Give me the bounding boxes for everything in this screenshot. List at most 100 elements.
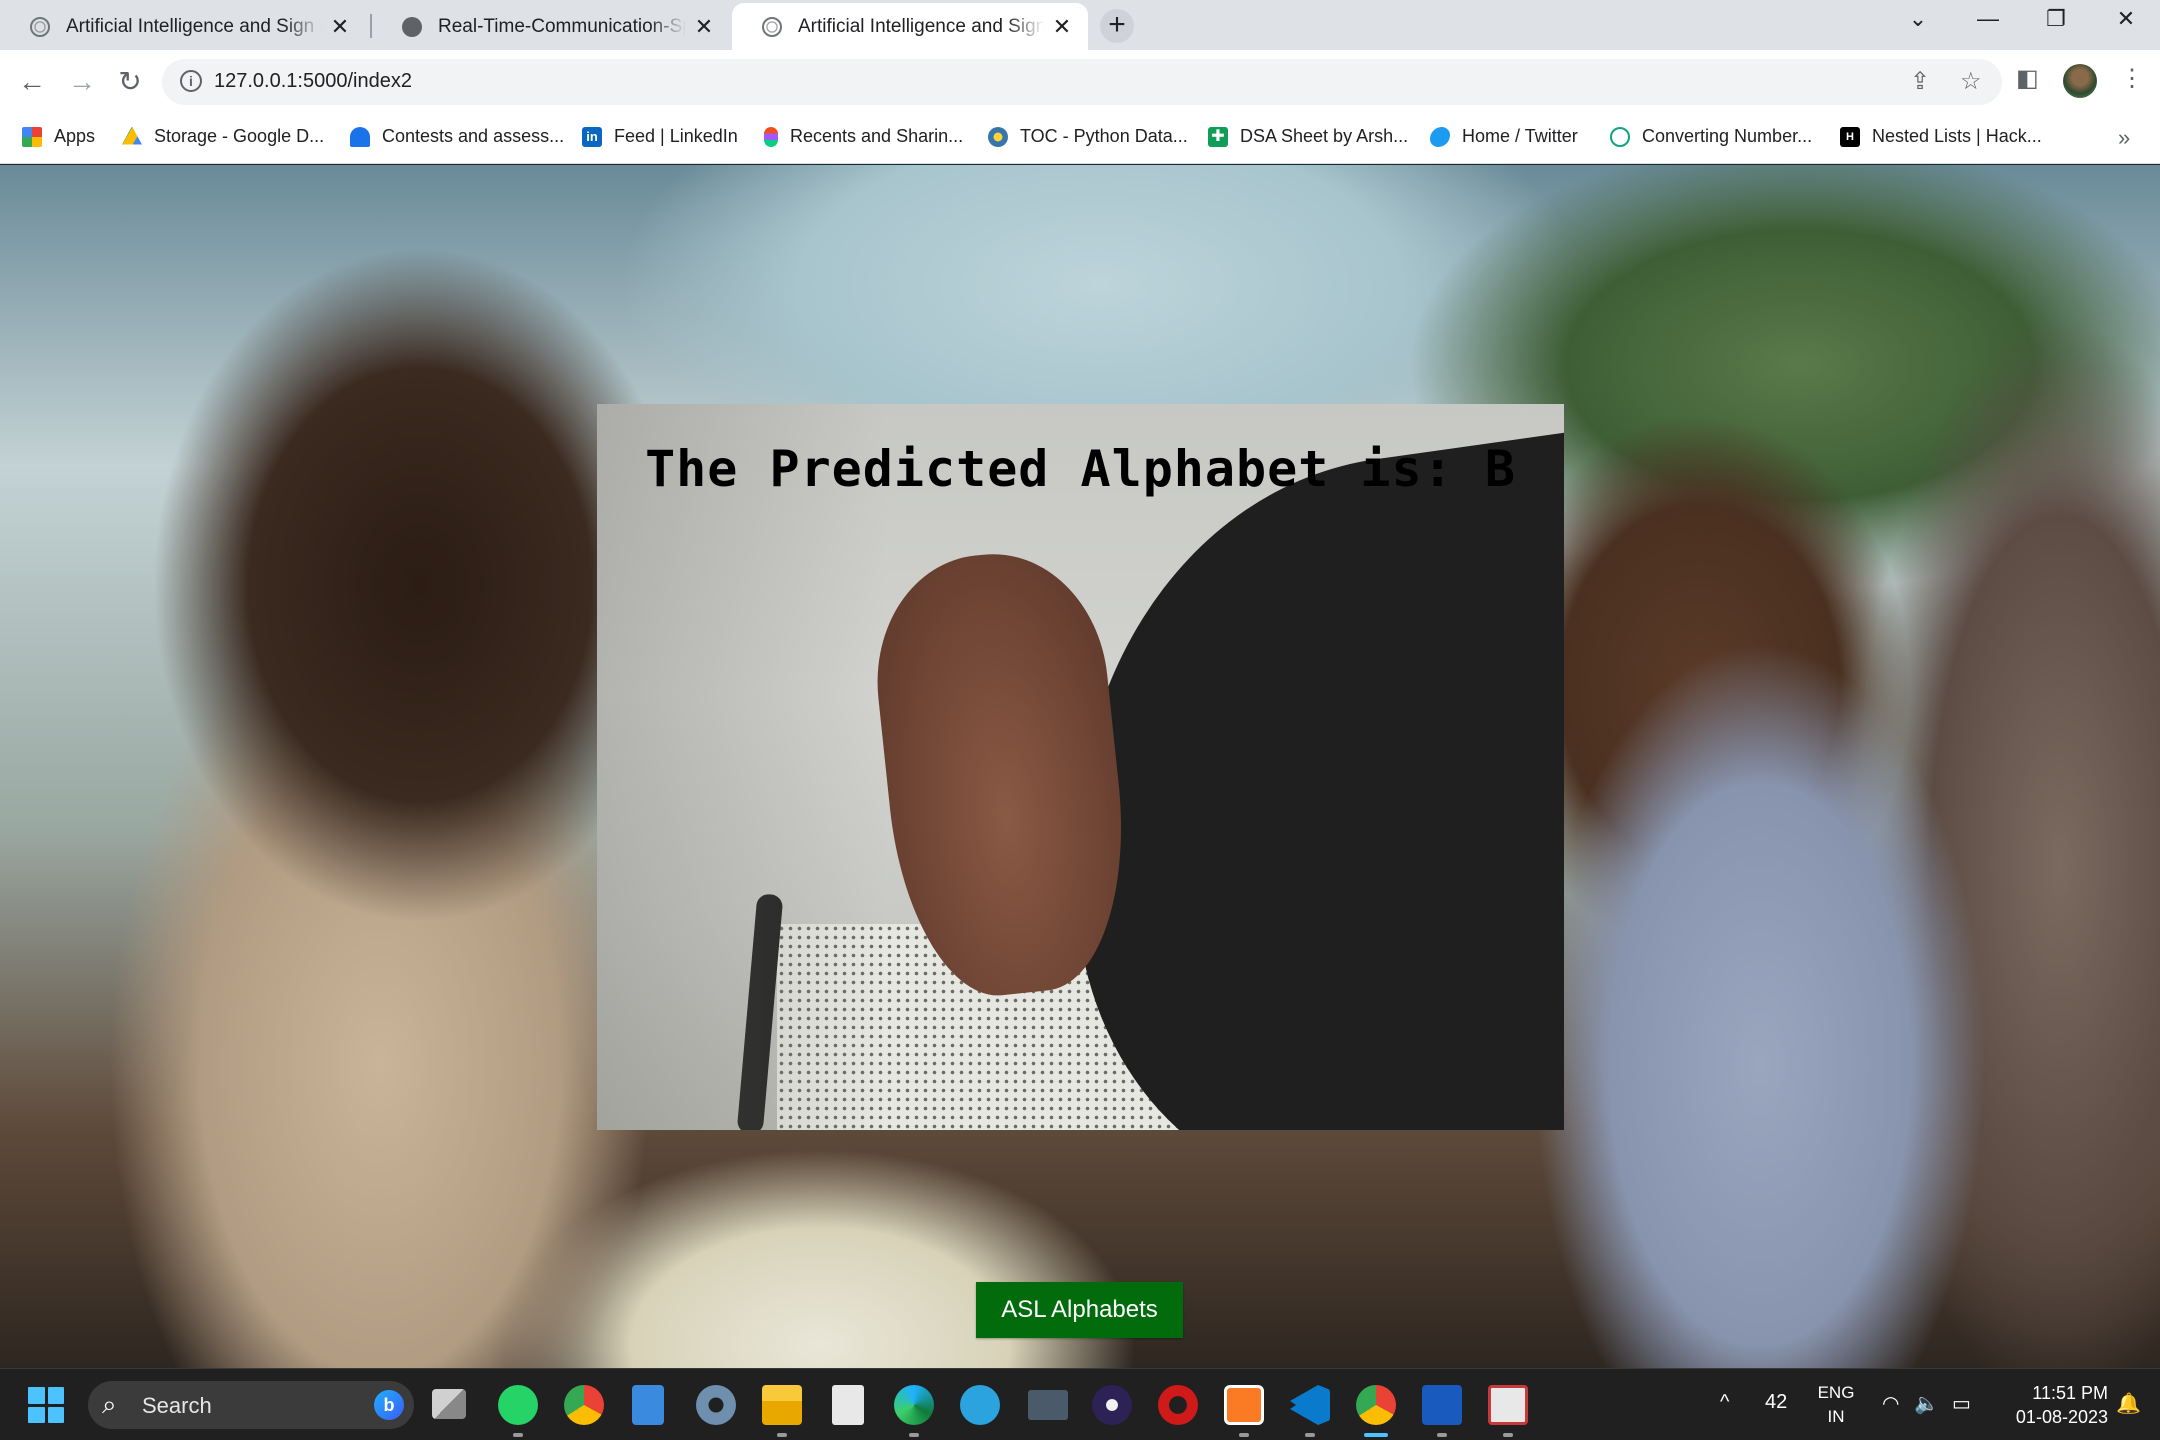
chrome-profile-icon[interactable] (1356, 1385, 1396, 1425)
site-info-icon[interactable]: i (180, 70, 202, 92)
windows-taskbar: ⌕ Search b ^ 42 ENG IN ◠ 🔈 ▭ 11:51 PM 01… (0, 1368, 2160, 1440)
time-text: 11:51 PM (2032, 1383, 2108, 1403)
bookmark-star-icon[interactable]: ☆ (1960, 67, 1982, 96)
url-text[interactable]: 127.0.0.1:5000/index2 (214, 70, 412, 93)
tab-github[interactable]: Real-Time-Communication-Speci ✕ (372, 3, 730, 50)
battery-icon[interactable]: ▭ (1952, 1391, 1971, 1416)
tab-title: Artificial Intelligence and Sign Re (66, 15, 322, 37)
apps-grid-icon (22, 126, 42, 147)
bookmark-twitter[interactable]: Home / Twitter (1430, 126, 1578, 147)
bookmark-label: Feed | LinkedIn (614, 126, 738, 146)
tab-ai-sign-1[interactable]: Artificial Intelligence and Sign Re ✕ (0, 3, 366, 50)
running-indicator (909, 1433, 919, 1437)
bookmark-apps[interactable]: Apps (22, 126, 95, 147)
running-indicator (1437, 1433, 1447, 1437)
file-explorer-icon[interactable] (762, 1385, 802, 1425)
profile-avatar[interactable] (2063, 64, 2097, 98)
show-hidden-icons-chevron[interactable]: ^ (1720, 1391, 1729, 1414)
vscode-icon[interactable] (1290, 1385, 1330, 1425)
chrome-icon[interactable] (564, 1385, 604, 1425)
github-icon (402, 16, 422, 37)
running-indicator (777, 1433, 787, 1437)
edge-icon[interactable] (894, 1385, 934, 1425)
running-indicator (1239, 1433, 1249, 1437)
bookmark-label: Recents and Sharin... (790, 126, 964, 146)
minimize-button[interactable]: — (1968, 6, 2008, 32)
sql-icon[interactable] (1028, 1390, 1068, 1420)
antivirus-icon[interactable] (1158, 1385, 1198, 1425)
notification-bell-icon[interactable]: 🔔 (2116, 1391, 2141, 1416)
bookmark-google-drive[interactable]: Storage - Google D... (122, 126, 324, 147)
running-indicator (1305, 1433, 1315, 1437)
bookmark-label: Nested Lists | Hack... (1872, 126, 2042, 146)
tab-ai-sign-active[interactable]: Artificial Intelligence and Sign Re ✕ (732, 3, 1088, 50)
chatgpt-icon (1610, 126, 1630, 147)
taskbar-clock[interactable]: 11:51 PM 01-08-2023 (1992, 1381, 2108, 1429)
bookmark-converting-number[interactable]: Converting Number... (1610, 126, 1812, 147)
shadow-overlay (597, 404, 1564, 1130)
xampp-icon[interactable] (1224, 1385, 1264, 1425)
bookmark-dsa-sheet[interactable]: ✚ DSA Sheet by Arsh... (1208, 126, 1408, 147)
python-icon (988, 126, 1008, 147)
bookmark-hackerrank[interactable]: H Nested Lists | Hack... (1840, 126, 2042, 147)
forward-button[interactable]: → (62, 62, 102, 102)
telegram-icon[interactable] (960, 1385, 1000, 1425)
whatsapp-icon[interactable] (498, 1385, 538, 1425)
page-background: The Predicted Alphabet is: B ASL Alphabe… (0, 165, 2160, 1368)
running-indicator (513, 1433, 523, 1437)
bookmark-label: DSA Sheet by Arsh... (1240, 126, 1409, 146)
tab-search-chevron-icon[interactable]: ⌄ (1898, 6, 1938, 32)
word-icon[interactable] (1422, 1385, 1462, 1425)
region-code: IN (1827, 1407, 1845, 1426)
asl-alphabets-button[interactable]: ASL Alphabets (976, 1282, 1183, 1338)
running-indicator (1503, 1433, 1513, 1437)
share-icon[interactable]: ⇪ (1910, 67, 1930, 96)
linkedin-icon: in (582, 126, 602, 147)
bookmark-contests[interactable]: Contests and assess... (350, 126, 564, 147)
volume-icon[interactable]: 🔈 (1914, 1391, 1939, 1416)
more-bookmarks-icon[interactable]: » (2118, 125, 2130, 151)
side-panel-icon[interactable]: ◧ (2016, 64, 2039, 93)
prediction-text: The Predicted Alphabet is: B (645, 440, 1516, 498)
wifi-icon[interactable]: ◠ (1882, 1391, 1899, 1416)
bookmark-label: Apps (54, 126, 96, 146)
globe-icon (30, 16, 50, 37)
restore-button[interactable]: ❐ (2036, 6, 2076, 32)
new-tab-button[interactable]: + (1100, 9, 1134, 43)
settings-icon[interactable] (696, 1385, 736, 1425)
language-indicator[interactable]: ENG IN (1816, 1381, 1856, 1429)
language-code: ENG (1817, 1383, 1855, 1402)
bing-icon[interactable]: b (374, 1390, 404, 1420)
back-button[interactable]: ← (12, 62, 52, 102)
close-window-button[interactable]: ✕ (2106, 6, 2146, 32)
search-icon: ⌕ (102, 1389, 117, 1419)
close-tab-icon[interactable]: ✕ (328, 14, 352, 40)
windows-start-icon[interactable] (28, 1387, 64, 1423)
eclipse-icon[interactable] (1092, 1385, 1132, 1425)
bookmark-label: TOC - Python Data... (1020, 126, 1188, 146)
weather-temp[interactable]: 42 (1765, 1391, 1787, 1414)
address-bar[interactable]: i 127.0.0.1:5000/index2 ⇪ ☆ (162, 59, 2002, 105)
search-label: Search (142, 1393, 212, 1418)
close-tab-icon[interactable]: ✕ (1050, 14, 1074, 40)
sheets-icon: ✚ (1208, 126, 1228, 147)
taskbar-search[interactable]: ⌕ Search b (88, 1381, 414, 1429)
bookmark-toc-python[interactable]: TOC - Python Data... (988, 126, 1188, 147)
notepad-plus-icon[interactable] (832, 1385, 864, 1425)
webcam-feed: The Predicted Alphabet is: B (597, 404, 1564, 1130)
close-tab-icon[interactable]: ✕ (692, 14, 716, 40)
date-text: 01-08-2023 (2015, 1407, 2108, 1427)
snipping-tool-icon[interactable] (1488, 1385, 1528, 1425)
tab-title: Artificial Intelligence and Sign Re (798, 15, 1044, 37)
reload-button[interactable]: ↻ (110, 62, 150, 102)
notepad-icon[interactable] (632, 1385, 664, 1425)
twitter-icon (1430, 126, 1450, 147)
bookmark-figma[interactable]: Recents and Sharin... (764, 126, 963, 147)
contest-icon (350, 126, 370, 147)
tab-strip: Artificial Intelligence and Sign Re ✕ Re… (0, 0, 2160, 50)
bookmark-linkedin[interactable]: in Feed | LinkedIn (582, 126, 738, 147)
figma-icon (764, 126, 778, 147)
hackerrank-icon: H (1840, 126, 1860, 147)
task-view-icon[interactable] (432, 1389, 466, 1419)
menu-kebab-icon[interactable]: ⋮ (2120, 64, 2144, 93)
